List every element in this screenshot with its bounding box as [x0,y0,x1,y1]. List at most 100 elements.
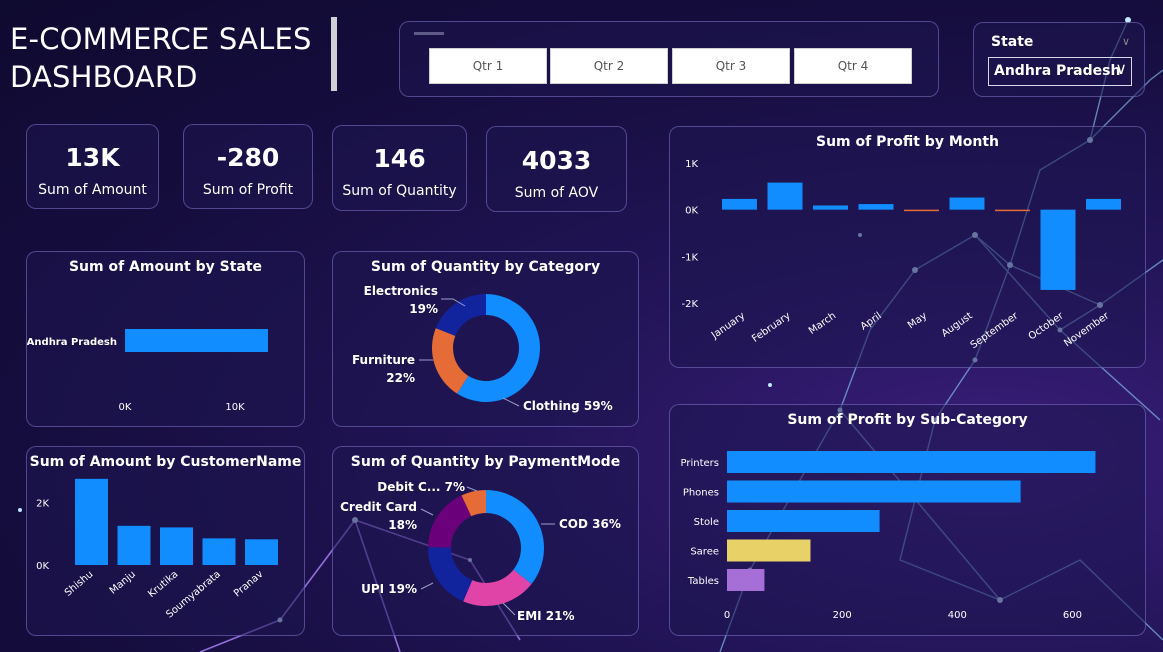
profit-by-subcategory-plot: Printers Phones Stole Saree Tables 0 200 400 600 [681,451,1096,621]
kpi-label: Sum of Profit [202,182,294,198]
kpi-label: Sum of Quantity [342,183,457,199]
x-tick-label: 10K [225,402,245,413]
bar-february [767,182,803,210]
quantity-by-category-plot: Clothing 59% Furniture 22% Electronics 19% [352,284,613,413]
y-tick-label: 2K [36,498,49,509]
kpi-card-quantity: 146 Sum of Quantity [332,125,467,211]
page-title-line-2: DASHBOARD [10,60,198,94]
category-label-march: March [807,310,838,336]
bar-september [995,209,1030,212]
bar-april [858,204,894,210]
state-slicer: State ∨ Andhra Pradesh ∨ [973,22,1145,97]
bar-november [1086,198,1121,210]
state-dropdown-value: Andhra Pradesh [994,63,1121,79]
chart-quantity-by-category: Sum of Quantity by Category Clothing 59%… [332,251,639,427]
slice-label-furniture: Furniture [352,353,415,367]
bar-october [1040,209,1076,290]
leader-line-clothing [502,397,520,407]
slice-credit-card [428,495,472,548]
kpi-value: 4033 [521,146,592,175]
kpi-label: Sum of AOV [514,185,599,201]
quarter-option-qtr3[interactable]: Qtr 3 [672,48,790,84]
x-tick-label: 0K [119,402,132,413]
category-label-printers: Printers [681,458,719,469]
slice-label-upi: UPI 19% [361,582,417,596]
category-label-april: April [859,310,884,332]
leader-line-upi [420,582,434,590]
x-tick-label: 400 [948,610,967,621]
slice-label-credit-card: Credit Card [340,500,417,514]
state-slicer-collapse-icon[interactable]: ∨ [1122,35,1130,48]
amount-by-state-plot: Andhra Pradesh 0K 10K [27,329,268,413]
kpi-card-aov: 4033 Sum of AOV [486,126,627,212]
bar-stole [727,510,880,532]
chart-profit-by-month: Sum of Profit by Month 1K 0K -1K -2K January… [669,126,1146,368]
slice-cod [486,490,544,584]
bar-march [813,205,848,210]
slice-label-furniture-pct: 22% [386,371,415,385]
slice-upi [428,547,473,602]
x-tick-label: 0 [724,610,730,621]
slice-label-emi: EMI 21% [517,609,575,623]
slice-label-electronics: Electronics [364,284,438,298]
kpi-value: 146 [373,144,426,173]
kpi-card-amount: 13K Sum of Amount [26,124,159,209]
slice-label-debit-card: Debit C... 7% [377,480,465,494]
chart-amount-by-state: Sum of Amount by State Andhra Pradesh 0K 1… [26,251,305,427]
category-label-february: February [750,310,793,344]
quarter-option-qtr2[interactable]: Qtr 2 [550,48,668,84]
category-label-saree: Saree [690,547,719,558]
y-tick-label: -2K [681,299,698,310]
category-label-pranav: Pranav [232,569,266,600]
chevron-down-icon: ∨ [1115,59,1127,78]
kpi-card-profit: -280 Sum of Profit [183,124,313,209]
bar-krutika [160,527,193,565]
category-label-january: January [709,310,747,341]
category-label-shishu: Shishu [63,569,96,599]
slice-label-electronics-pct: 19% [409,302,438,316]
y-tick-label: -1K [681,252,698,263]
kpi-value: -280 [216,143,280,172]
slice-furniture [432,328,469,394]
category-label-krutika: Krutika [146,569,180,600]
x-tick-label: 200 [833,610,852,621]
bar-saree [727,539,811,562]
bar-phones [727,480,1021,503]
bar-tables [727,569,765,591]
slice-electronics [435,294,486,336]
profit-by-month-plot: 1K 0K -1K -2K January February March April May Au… [681,159,1121,351]
page-title: E-COMMERCE SALES DASHBOARD [10,20,312,96]
bar-pranav [245,539,278,565]
category-label-manju: Manju [108,569,138,597]
category-label-may: May [906,310,929,331]
leader-line-debit-card [466,486,478,492]
state-dropdown[interactable]: Andhra Pradesh ∨ [988,57,1132,86]
quarter-option-qtr1[interactable]: Qtr 1 [429,48,547,84]
chart-profit-by-subcategory: Sum of Profit by Sub-Category Printers Ph… [669,404,1146,636]
chart-quantity-by-payment: Sum of Quantity by PaymentMode COD 36% EM… [332,446,639,636]
slice-label-credit-card-pct: 18% [388,518,417,532]
bar-august [949,197,985,210]
quarter-option-qtr4[interactable]: Qtr 4 [794,48,912,84]
bar-andhra-pradesh [125,329,268,352]
category-label-august: August [940,310,975,339]
slice-label-clothing: Clothing 59% [523,399,613,413]
title-divider [331,17,337,91]
category-label-november: November [1062,310,1112,349]
amount-by-customer-plot: 0K2KShishu Manju KrutikaSoumyabrata Pranav [36,478,278,621]
bar-soumyabrata [202,538,236,565]
category-label-andhra-pradesh: Andhra Pradesh [27,337,117,348]
slicer-header-placeholder [414,32,444,35]
page-title-line-1: E-COMMERCE SALES [10,22,312,56]
bar-shishu [75,478,108,565]
x-tick-label: 600 [1063,610,1082,621]
slice-label-cod: COD 36% [559,517,621,531]
bar-manju [117,525,151,565]
category-label-october: October [1027,310,1067,342]
kpi-value: 13K [65,143,120,172]
y-tick-label: 0K [36,561,49,572]
bar-may [904,209,939,212]
y-tick-label: 0K [685,206,698,217]
quantity-by-payment-plot: COD 36% EMI 21% UPI 19% Credit Card 18% Debit… [340,480,621,623]
category-label-stole: Stole [694,517,719,528]
